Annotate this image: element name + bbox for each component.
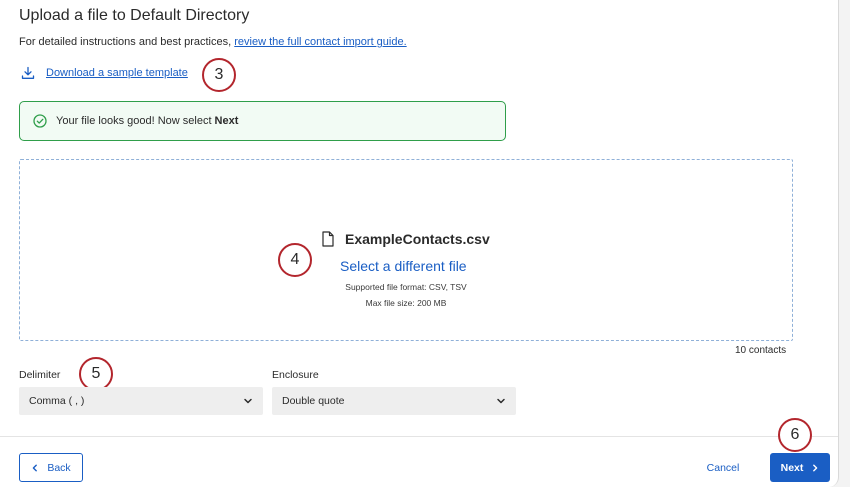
enclosure-select[interactable]: Double quote (272, 387, 516, 415)
upload-dialog: Upload a file to Default Directory For d… (0, 0, 839, 487)
chevron-right-icon (811, 464, 819, 472)
select-different-file-link[interactable]: Select a different file (340, 258, 467, 274)
delimiter-value: Comma ( , ) (29, 395, 85, 407)
instructions-text: For detailed instructions and best pract… (19, 36, 407, 48)
supported-formats: Supported file format: CSV, TSV (345, 282, 467, 292)
next-label: Next (780, 461, 804, 474)
chevron-down-icon (496, 396, 506, 406)
file-icon (321, 231, 335, 247)
download-template-label: Download a sample template (46, 67, 188, 79)
chevron-down-icon (243, 396, 253, 406)
max-file-size: Max file size: 200 MB (365, 298, 447, 308)
delimiter-label: Delimiter (19, 369, 61, 381)
import-guide-link[interactable]: review the full contact import guide. (234, 36, 406, 48)
instructions-prefix: For detailed instructions and best pract… (19, 36, 235, 48)
next-button[interactable]: Next (770, 453, 830, 482)
callout-3: 3 (202, 58, 236, 92)
callout-6: 6 (778, 418, 812, 452)
success-text: Your file looks good! Now select (56, 115, 212, 127)
scrollbar-track[interactable] (841, 0, 850, 487)
success-message: Your file looks good! Now select Next (19, 101, 506, 141)
enclosure-value: Double quote (282, 395, 345, 407)
dialog-title: Upload a file to Default Directory (19, 7, 250, 24)
enclosure-label: Enclosure (272, 369, 319, 381)
check-circle-icon (33, 114, 47, 128)
download-template-link[interactable]: Download a sample template (21, 66, 188, 80)
footer-divider (0, 436, 838, 437)
back-label: Back (47, 461, 71, 474)
success-next-emphasis: Next (214, 115, 239, 127)
file-name: ExampleContacts.csv (345, 231, 490, 247)
callout-4: 4 (278, 243, 312, 277)
download-icon (21, 66, 35, 80)
uploaded-file: ExampleContacts.csv (321, 231, 490, 247)
chevron-left-icon (31, 464, 39, 472)
delimiter-select[interactable]: Comma ( , ) (19, 387, 263, 415)
file-dropzone[interactable] (19, 159, 793, 341)
cancel-button[interactable]: Cancel (696, 453, 750, 482)
callout-5: 5 (79, 357, 113, 391)
contacts-count: 10 contacts (735, 345, 787, 356)
back-button[interactable]: Back (19, 453, 83, 482)
